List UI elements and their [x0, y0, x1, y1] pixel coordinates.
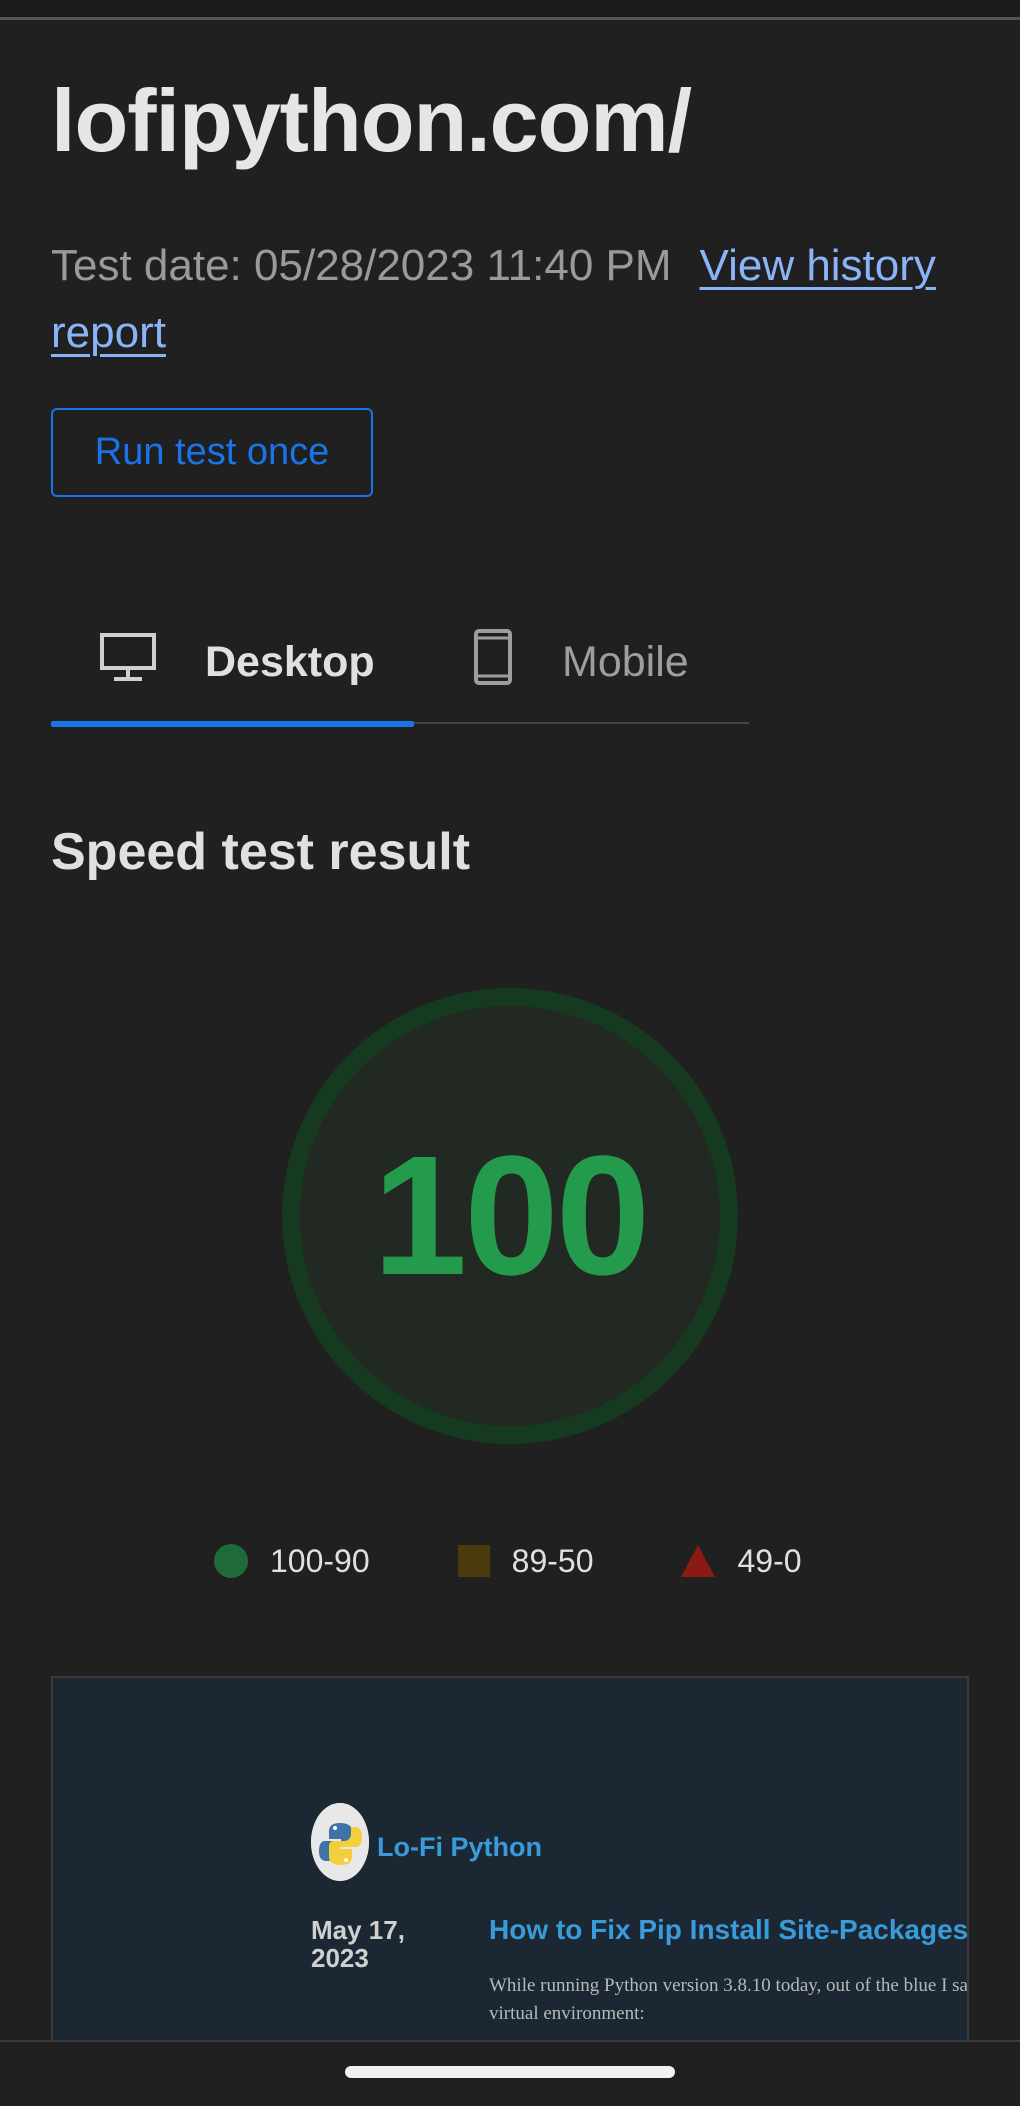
- preview-post-date: May 17, 2023: [311, 1915, 405, 1973]
- legend-label-good: 100-90: [270, 1542, 370, 1579]
- legend-item-poor: 49-0: [681, 1542, 802, 1580]
- preview-site-name: Lo-Fi Python: [377, 1832, 542, 1862]
- tab-desktop[interactable]: Desktop: [51, 600, 414, 727]
- tab-mobile[interactable]: Mobile: [414, 600, 689, 724]
- score-gauge: 100: [282, 988, 738, 1444]
- tab-mobile-label: Mobile: [562, 637, 689, 686]
- good-circle-icon: [214, 1544, 248, 1578]
- poor-triangle-icon: [681, 1545, 716, 1577]
- page-screenshot-preview: Lo-Fi Python May 17, 2023 How to Fix Pip…: [51, 1676, 969, 2042]
- test-date-label: Test date: 05/28/2023 11:40 PM: [51, 241, 672, 290]
- legend-label-poor: 49-0: [737, 1542, 802, 1579]
- desktop-icon: [99, 632, 205, 693]
- run-test-once-button[interactable]: Run test once: [51, 408, 373, 497]
- device-tabs: Desktop Mobile: [51, 600, 749, 727]
- python-powered-logo-icon: [311, 1803, 369, 1881]
- legend-label-average: 89-50: [511, 1542, 594, 1579]
- score-legend: 100-90 89-50 49-0: [214, 1538, 802, 1584]
- legend-item-average: 89-50: [457, 1542, 594, 1580]
- score-value: 100: [372, 1121, 651, 1311]
- top-status-strip: [0, 0, 1020, 20]
- tab-desktop-label: Desktop: [205, 637, 375, 686]
- speed-test-result-heading: Speed test result: [51, 823, 471, 881]
- average-square-icon: [457, 1545, 490, 1577]
- page-title: lofipython.com/: [51, 71, 692, 170]
- test-date-row: Test date: 05/28/2023 11:40 PM View histo…: [51, 232, 981, 366]
- mobile-phone-icon: [472, 628, 562, 697]
- home-indicator[interactable]: [345, 2066, 675, 2078]
- preview-post-title: How to Fix Pip Install Site-Packages: [489, 1914, 969, 1945]
- preview-post-excerpt: While running Python version 3.8.10 toda…: [489, 1975, 969, 2024]
- legend-item-good: 100-90: [214, 1543, 370, 1580]
